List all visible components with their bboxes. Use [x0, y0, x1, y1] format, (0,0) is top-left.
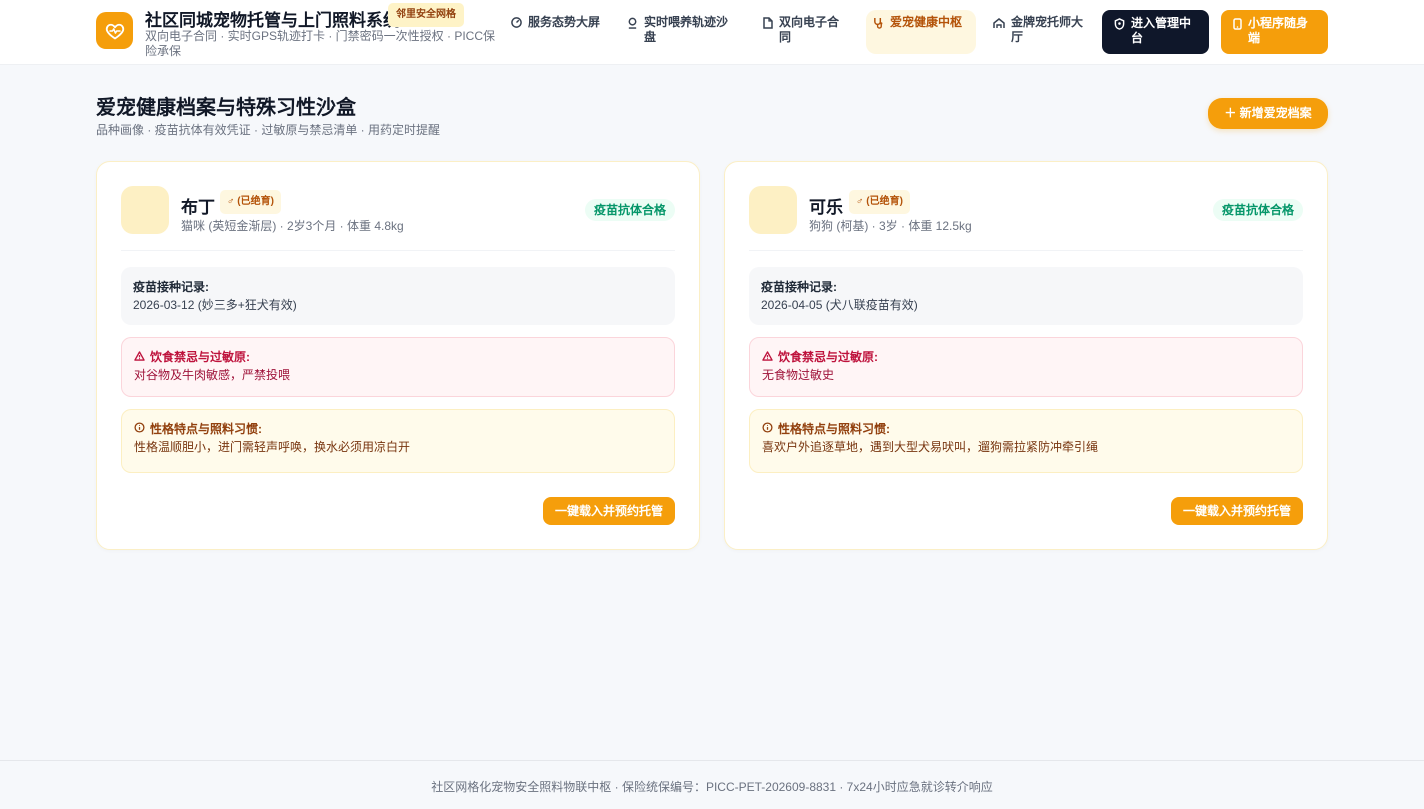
vaccine-record-box: 疫苗接种记录: 2026-04-05 (犬八联疫苗有效)	[749, 267, 1303, 325]
temperament-box: 性格特点与照料习惯: 喜欢户外追逐草地，遇到大型犬易吠叫，遛狗需拉紧防冲牵引绳	[749, 409, 1303, 473]
allergy-box: 饮食禁忌与过敏原: 对谷物及牛肉敏感，严禁投喂	[121, 337, 675, 397]
temperament-detail: 喜欢户外追逐草地，遇到大型犬易吠叫，遛狗需拉紧防冲牵引绳	[762, 440, 1099, 454]
footer: 社区网格化宠物安全照料物联中枢 · 保险统保编号：PICC-PET-202609…	[0, 760, 1424, 809]
divider	[121, 250, 675, 251]
vaccine-status-badge: 疫苗抗体合格	[584, 199, 675, 221]
pet-name: 可乐	[809, 198, 843, 217]
allergy-box: 饮食禁忌与过敏原: 无食物过敏史	[749, 337, 1303, 397]
nav-item-caretaker-hall[interactable]: 金牌宠托师大厅	[986, 10, 1092, 54]
heart-logo-icon[interactable]	[96, 12, 133, 49]
app-subtitle: 双向电子合同 · 实时GPS轨迹打卡 · 门禁密码一次性授权 · PICC保险承…	[145, 29, 496, 58]
nav-item-health-hub[interactable]: 爱宠健康中枢	[866, 10, 976, 54]
app-title: 社区同城宠物托管与上门照料系统	[145, 11, 400, 30]
allergy-detail: 对谷物及牛肉敏感，严禁投喂	[134, 368, 291, 382]
stethoscope-icon	[873, 17, 884, 33]
neuter-badge: ♂ (已绝育)	[220, 190, 281, 214]
add-pet-profile-button[interactable]: ＋ 新增爱宠档案	[1208, 98, 1328, 129]
enter-admin-button[interactable]: 进入管理中台	[1102, 10, 1209, 54]
nav-item-contract[interactable]: 双向电子合同	[756, 10, 852, 54]
pet-avatar	[749, 186, 797, 234]
nav-label: 金牌宠托师大厅	[1011, 15, 1084, 44]
page-title: 爱宠健康档案与特殊习性沙盒	[96, 97, 356, 119]
vaccine-record-title: 疫苗接种记录:	[133, 280, 209, 294]
safety-grid-badge: 邻里安全网格	[388, 3, 464, 27]
footer-text: 社区网格化宠物安全照料物联中枢 · 保险统保编号：PICC-PET-202609…	[431, 780, 993, 794]
temperament-title: 性格特点与照料习惯:	[778, 422, 890, 436]
pet-meta: 猫咪 (英短金渐层) · 2岁3个月 · 体重 4.8kg	[181, 219, 404, 233]
divider	[749, 250, 1303, 251]
load-and-book-button[interactable]: 一键载入并预约托管	[543, 497, 675, 525]
page-subtitle: 品种画像 · 疫苗抗体有效凭证 · 过敏原与禁忌清单 · 用药定时提醒	[96, 123, 440, 137]
mini-program-button[interactable]: 小程序随身端	[1221, 10, 1328, 54]
shield-icon	[1114, 18, 1125, 54]
info-icon	[762, 420, 773, 438]
allergy-detail: 无食物过敏史	[762, 368, 835, 382]
pet-meta: 狗狗 (柯基) · 3岁 · 体重 12.5kg	[809, 219, 972, 233]
info-icon	[134, 420, 145, 438]
nav-label: 服务态势大屏	[528, 15, 601, 29]
vaccine-record-detail: 2026-04-05 (犬八联疫苗有效)	[761, 298, 918, 312]
vaccine-record-title: 疫苗接种记录:	[761, 280, 837, 294]
nav-label: 双向电子合同	[779, 15, 840, 44]
document-icon	[763, 17, 773, 33]
warning-icon	[134, 348, 145, 366]
dashboard-icon	[511, 17, 522, 32]
nav-item-dashboard[interactable]: 服务态势大屏	[504, 10, 608, 54]
pet-card: 布丁 ♂ (已绝育) 猫咪 (英短金渐层) · 2岁3个月 · 体重 4.8kg…	[96, 161, 700, 550]
mini-program-label: 小程序随身端	[1248, 16, 1309, 45]
pet-card: 可乐 ♂ (已绝育) 狗狗 (柯基) · 3岁 · 体重 12.5kg 疫苗抗体…	[724, 161, 1328, 550]
load-and-book-button[interactable]: 一键载入并预约托管	[1171, 497, 1303, 525]
vaccine-record-box: 疫苗接种记录: 2026-03-12 (妙三多+狂犬有效)	[121, 267, 675, 325]
people-icon	[993, 17, 1005, 33]
temperament-title: 性格特点与照料习惯:	[150, 422, 262, 436]
map-pin-icon	[627, 17, 638, 33]
phone-icon	[1233, 18, 1242, 54]
nav-item-feeding-track[interactable]: 实时喂养轨迹沙盘	[620, 10, 742, 54]
pet-avatar	[121, 186, 169, 234]
nav-label: 实时喂养轨迹沙盘	[644, 15, 729, 44]
neuter-badge: ♂ (已绝育)	[849, 190, 910, 214]
allergy-title: 饮食禁忌与过敏原:	[150, 350, 250, 364]
nav-label: 爱宠健康中枢	[890, 15, 963, 29]
vaccine-record-detail: 2026-03-12 (妙三多+狂犬有效)	[133, 298, 297, 312]
warning-icon	[762, 348, 773, 366]
vaccine-status-badge: 疫苗抗体合格	[1212, 199, 1303, 221]
pet-name: 布丁	[181, 198, 215, 217]
enter-admin-label: 进入管理中台	[1131, 16, 1192, 45]
temperament-detail: 性格温顺胆小，进门需轻声呼唤，换水必须用凉白开	[134, 440, 411, 454]
temperament-box: 性格特点与照料习惯: 性格温顺胆小，进门需轻声呼唤，换水必须用凉白开	[121, 409, 675, 473]
allergy-title: 饮食禁忌与过敏原:	[778, 350, 878, 364]
top-navigation-bar: 社区同城宠物托管与上门照料系统 邻里安全网格 双向电子合同 · 实时GPS轨迹打…	[0, 0, 1424, 65]
